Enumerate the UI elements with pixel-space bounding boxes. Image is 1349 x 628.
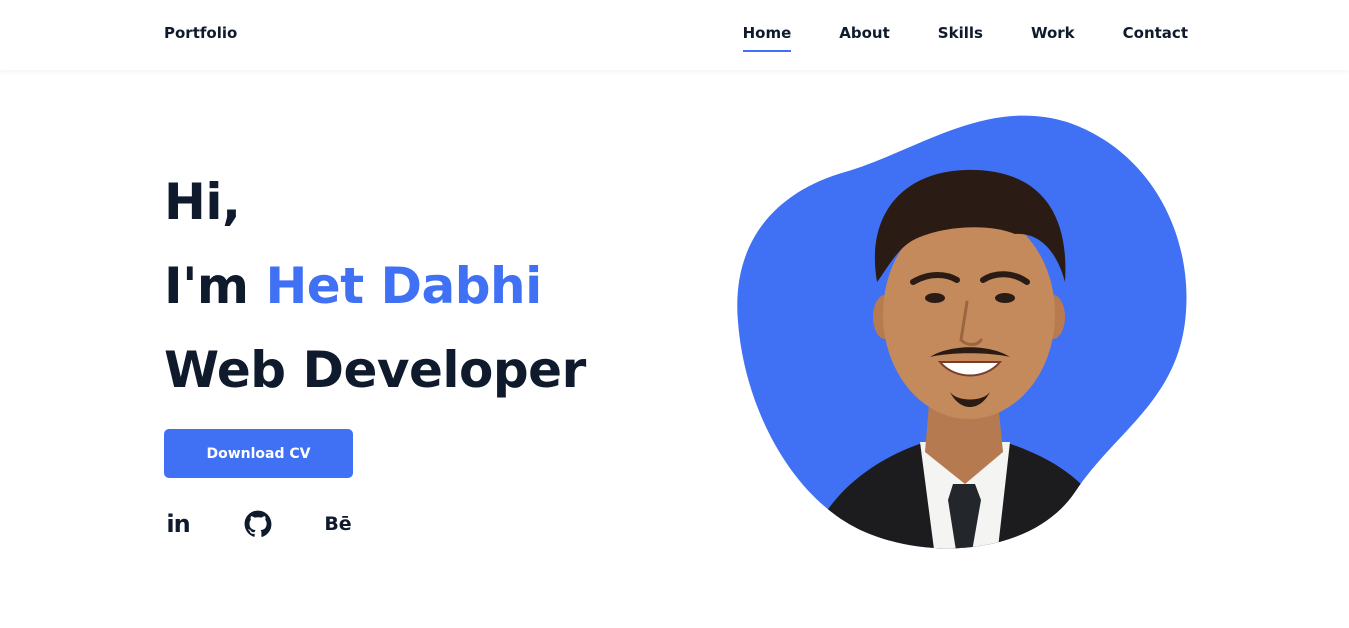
main-nav: Home About Skills Work Contact bbox=[742, 24, 1188, 52]
nav-home[interactable]: Home bbox=[742, 24, 791, 52]
behance-glyph: Bē bbox=[324, 513, 352, 535]
name-highlight: Het Dabhi bbox=[265, 257, 542, 315]
hero-heading: Hi, I'm Het Dabhi Web Developer bbox=[164, 160, 586, 412]
role-line: Web Developer bbox=[164, 341, 586, 399]
nav-contact[interactable]: Contact bbox=[1123, 24, 1188, 52]
site-header: Portfolio Home About Skills Work Contact bbox=[0, 0, 1349, 70]
intro-line: I'm Het Dabhi bbox=[164, 244, 586, 328]
github-icon[interactable] bbox=[244, 508, 272, 540]
behance-icon[interactable]: Bē bbox=[324, 508, 352, 540]
github-mark bbox=[244, 510, 272, 537]
nav-work[interactable]: Work bbox=[1031, 24, 1075, 52]
linkedin-icon[interactable]: in bbox=[164, 508, 192, 540]
download-cv-button[interactable]: Download CV bbox=[164, 429, 353, 478]
greeting-line: Hi, bbox=[164, 173, 241, 231]
linkedin-glyph: in bbox=[166, 510, 190, 538]
intro-prefix: I'm bbox=[164, 257, 249, 315]
nav-skills[interactable]: Skills bbox=[938, 24, 983, 52]
profile-photo bbox=[737, 115, 1187, 549]
logo-link[interactable]: Portfolio bbox=[164, 24, 237, 42]
nav-about[interactable]: About bbox=[839, 24, 890, 52]
social-links: in Bē bbox=[164, 508, 352, 540]
